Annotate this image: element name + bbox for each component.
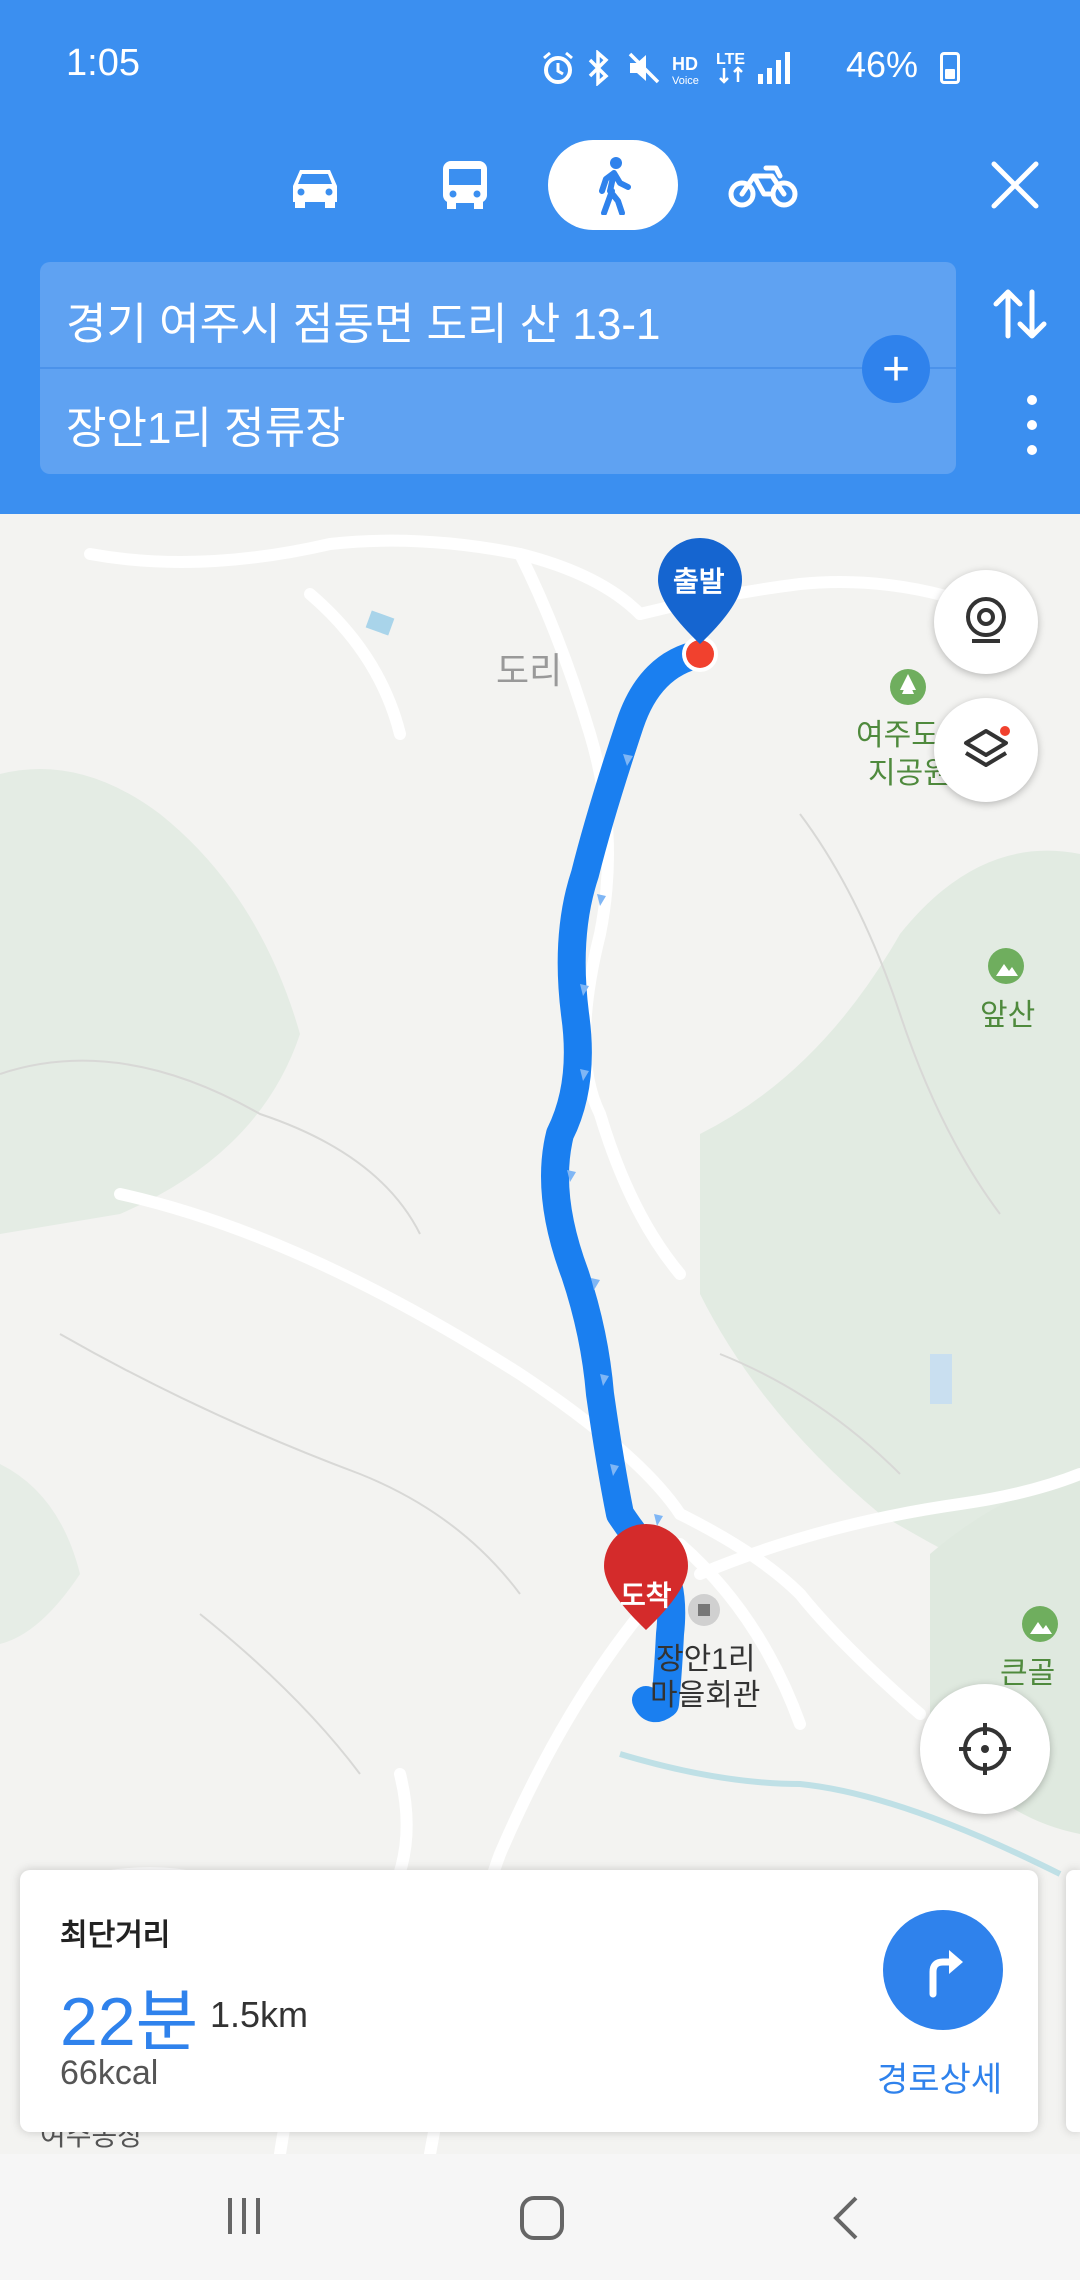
- turn-right-arrow-icon: [929, 1950, 963, 1998]
- walk-icon: [599, 157, 631, 215]
- layers-button[interactable]: [934, 698, 1038, 802]
- crosshair-icon: [959, 1723, 1011, 1775]
- more-options-icon[interactable]: [1022, 390, 1042, 460]
- top-panel: 1:05 HD Voice LTE 46% 경기 여주시 점동면 도리 산 13-…: [0, 0, 1080, 514]
- field-divider: [40, 367, 956, 369]
- lte-icon: LTE: [716, 51, 745, 84]
- route-detail-label[interactable]: 경로상세: [877, 2052, 1002, 2101]
- calories-text: 66kcal: [60, 2054, 159, 2092]
- status-bar: 1:05 HD Voice LTE 46%: [0, 0, 1080, 130]
- origin-field[interactable]: 경기 여주시 점동면 도리 산 13-1: [66, 288, 660, 352]
- my-location-button[interactable]: [920, 1684, 1050, 1814]
- route-detail-button[interactable]: [883, 1910, 1003, 2030]
- tab-car[interactable]: [250, 140, 380, 230]
- battery-percent: 46%: [845, 44, 918, 85]
- close-icon[interactable]: [980, 150, 1050, 220]
- camera-pin-icon: [966, 597, 1006, 643]
- hd-voice-icon: HDVoice: [672, 54, 699, 86]
- mute-icon: [628, 52, 660, 84]
- end-pin-label: 도착: [620, 1580, 672, 1611]
- travel-mode-tabs: [0, 140, 1080, 240]
- route-summary-card[interactable]: 최단거리 22분 1.5km 66kcal 경로상세: [20, 1870, 1038, 2132]
- next-route-card-peek[interactable]: [1066, 1870, 1080, 2132]
- bus-icon: [443, 161, 487, 209]
- status-time: 1:05: [66, 42, 140, 84]
- bike-icon: [728, 165, 798, 208]
- svg-text:LTE: LTE: [716, 51, 745, 68]
- tab-bike[interactable]: [698, 140, 828, 230]
- back-icon[interactable]: [826, 2194, 870, 2242]
- swap-icon[interactable]: [988, 282, 1052, 346]
- car-icon: [293, 170, 337, 208]
- duration-text: 22분: [60, 1984, 199, 2060]
- layers-icon: [964, 726, 1010, 767]
- tab-walk[interactable]: [548, 140, 678, 230]
- bluetooth-icon: [588, 50, 609, 86]
- place-label-apsan: 앞산: [980, 999, 1036, 1032]
- signal-icon: [758, 52, 790, 84]
- route-type-label: 최단거리: [60, 1919, 171, 1952]
- battery-icon: [940, 52, 960, 84]
- alarm-icon: [543, 51, 573, 84]
- home-icon[interactable]: [518, 2194, 566, 2242]
- svg-text:HD: HD: [672, 54, 698, 74]
- plus-icon: +: [881, 342, 911, 396]
- place-label-village-2: 마을회관: [650, 1679, 761, 1712]
- tab-transit[interactable]: [400, 140, 530, 230]
- add-waypoint-button[interactable]: +: [862, 335, 930, 403]
- place-label-dori: 도리: [496, 650, 563, 691]
- android-nav-bar: [0, 2154, 1080, 2280]
- start-pin-label: 출발: [673, 566, 725, 597]
- destination-field[interactable]: 장안1리 정류장: [66, 392, 346, 456]
- streetview-button[interactable]: [934, 570, 1038, 674]
- distance-text: 1.5km: [210, 1994, 309, 2035]
- recent-apps-icon[interactable]: [222, 2194, 266, 2238]
- svg-text:Voice: Voice: [672, 75, 699, 86]
- route-inputs: 경기 여주시 점동면 도리 산 13-1 장안1리 정류장: [40, 262, 956, 474]
